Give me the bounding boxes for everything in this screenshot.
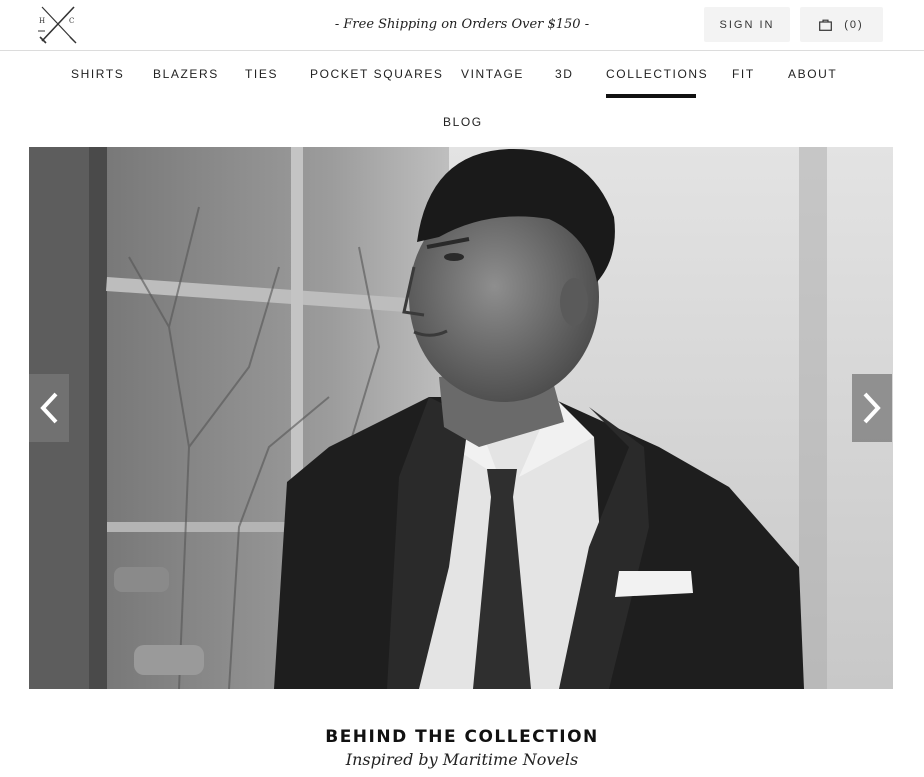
main-nav: SHIRTS BLAZERS TIES POCKET SQUARES VINTA… (0, 52, 924, 146)
nav-item-fit[interactable]: FIT (732, 67, 755, 81)
collection-title[interactable]: BEHIND THE COLLECTION (0, 727, 924, 747)
nav-item-about[interactable]: ABOUT (788, 67, 837, 81)
nav-item-blazers[interactable]: BLAZERS (153, 67, 219, 81)
hero-photo (29, 147, 893, 689)
active-nav-underline (606, 94, 696, 98)
top-bar: H C - Free Shipping on Orders Over $150 … (0, 0, 924, 51)
chevron-left-icon (40, 392, 58, 424)
nav-item-blog[interactable]: BLOG (443, 115, 483, 129)
cart-button[interactable]: (0) (800, 7, 883, 42)
cart-count: (0) (844, 18, 864, 31)
nav-item-vintage[interactable]: VINTAGE (461, 67, 524, 81)
nav-item-3d[interactable]: 3D (555, 67, 574, 81)
slideshow-next-button[interactable] (852, 374, 892, 442)
slideshow-prev-button[interactable] (29, 374, 69, 442)
nav-item-collections[interactable]: COLLECTIONS (606, 67, 708, 81)
chevron-right-icon (863, 392, 881, 424)
hero-slideshow[interactable] (29, 147, 893, 689)
nav-item-ties[interactable]: TIES (245, 67, 278, 81)
collection-subtitle: Inspired by Maritime Novels (345, 750, 579, 769)
shopping-bag-icon (819, 19, 833, 31)
nav-item-shirts[interactable]: SHIRTS (71, 67, 124, 81)
sign-in-button[interactable]: SIGN IN (704, 7, 790, 42)
nav-item-pocket-squares[interactable]: POCKET SQUARES (310, 67, 444, 81)
